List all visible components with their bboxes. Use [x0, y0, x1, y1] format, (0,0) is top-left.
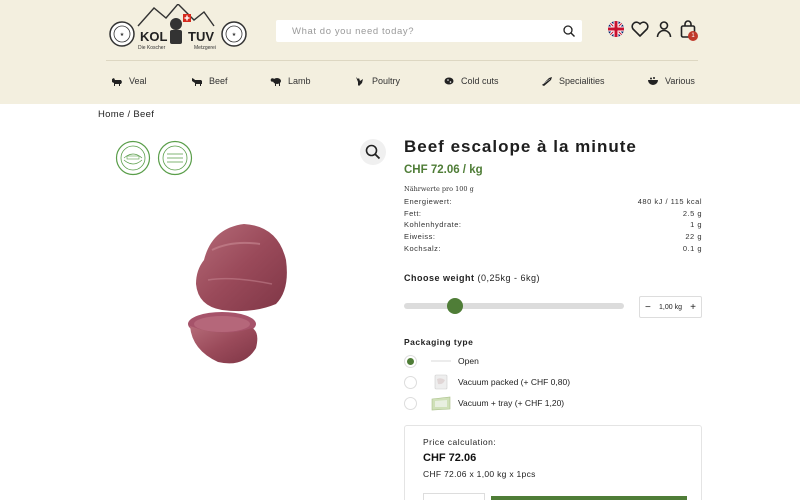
nutrition-table: Energiewert: 480 kJ / 115 kcal Fett: 2.5 g…	[404, 196, 702, 254]
weight-stepper: − 1,00 kg +	[639, 296, 702, 318]
packaging-option-vacuum[interactable]: Vacuum packed (+ CHF 0,80)	[404, 374, 704, 390]
price-calculation-box: Price calculation: CHF 72.06 CHF 72.06 x…	[404, 425, 702, 500]
rabbinate-certification-seal	[157, 140, 193, 176]
packaging-option-label: Vacuum + tray (+ CHF 1,20)	[458, 398, 565, 408]
product-image[interactable]	[182, 220, 292, 370]
magnifier-zoom-icon	[365, 144, 381, 160]
breadcrumb: Home / Beef	[98, 109, 154, 120]
nutrition-value: 22 g	[685, 232, 702, 242]
nutrition-value: 0.1 g	[682, 243, 702, 253]
user-account-icon[interactable]	[654, 19, 674, 39]
search-bar	[276, 20, 582, 42]
chicken-icon	[356, 77, 363, 86]
price-formula: CHF 72.06 x 1,00 kg x 1pcs	[423, 469, 536, 479]
radio-open[interactable]	[404, 354, 417, 368]
price-total: CHF 72.06	[423, 452, 477, 464]
nutrition-heading: Nährwerte pro 100 g	[404, 185, 474, 193]
nav-label: Lamb	[288, 76, 311, 86]
radio-vacuum-tray[interactable]	[404, 396, 417, 410]
add-to-cart-button[interactable]	[491, 496, 687, 500]
nav-divider	[106, 60, 698, 61]
nav-label: Poultry	[372, 76, 401, 86]
breadcrumb-home[interactable]: Home	[98, 109, 125, 120]
packaging-option-label: Vacuum packed (+ CHF 0,80)	[458, 377, 571, 387]
lamb-icon	[270, 78, 281, 86]
nav-item-various[interactable]: Various	[647, 74, 695, 88]
nutrition-row: Fett: 2.5 g	[404, 208, 702, 220]
product-title: Beef escalope à la minute	[404, 137, 637, 156]
nutrition-label: Fett:	[404, 208, 422, 218]
sausage-icon	[444, 77, 454, 85]
product-price: CHF 72.06 / kg	[404, 164, 483, 176]
nutrition-label: Eiweiss:	[404, 232, 436, 242]
packaging-label: Packaging type	[404, 337, 474, 347]
search-icon[interactable]	[562, 24, 576, 38]
packaging-option-label: Open	[458, 356, 479, 366]
logo-text-right: TUV	[188, 29, 214, 44]
nav-item-poultry[interactable]: Poultry	[354, 74, 400, 88]
nav-label: Cold cuts	[461, 76, 499, 86]
price-calculation-label: Price calculation:	[423, 437, 497, 447]
cart-count-badge: 1	[688, 31, 698, 41]
nav-item-veal[interactable]: Veal	[111, 74, 147, 88]
nutrition-row: Energiewert: 480 kJ / 115 kcal	[404, 196, 702, 208]
calf-icon	[112, 78, 122, 86]
weight-label: Choose weight (0,25kg - 6kg)	[404, 273, 540, 283]
weight-label-text: Choose weight	[404, 273, 475, 283]
svg-text:★: ★	[120, 32, 125, 38]
nutrition-value: 1 g	[690, 220, 702, 230]
nav-label: Veal	[129, 76, 147, 86]
nav-item-specialities[interactable]: Specialities	[541, 74, 605, 88]
kosher-certification-seal	[115, 140, 151, 176]
bowl-icon	[648, 77, 658, 85]
packaging-option-vacuum-tray[interactable]: Vacuum + tray (+ CHF 1,20)	[404, 395, 704, 411]
nutrition-label: Kochsalz:	[404, 243, 442, 253]
svg-text:★: ★	[232, 32, 237, 38]
search-input[interactable]	[276, 20, 546, 42]
packaging-option-open[interactable]: Open	[404, 353, 704, 369]
cow-icon	[192, 78, 202, 86]
nutrition-label: Kohlenhydrate:	[404, 220, 462, 230]
uk-flag-language-icon[interactable]	[606, 19, 626, 39]
nutrition-row: Kochsalz: 0.1 g	[404, 243, 702, 255]
nav-item-lamb[interactable]: Lamb	[270, 74, 311, 88]
nutrition-value: 480 kJ / 115 kcal	[637, 197, 702, 206]
nutrition-row: Eiweiss: 22 g	[404, 231, 702, 243]
zoom-image-button[interactable]	[360, 139, 386, 165]
vacuum-tray-icon	[429, 395, 453, 411]
breadcrumb-separator: /	[127, 109, 131, 120]
decrease-weight-button[interactable]: −	[645, 302, 651, 313]
logo-text-left: KOL	[140, 29, 168, 44]
weight-slider[interactable]	[404, 298, 624, 314]
nav-label: Beef	[209, 76, 228, 86]
heart-wishlist-icon[interactable]	[630, 19, 650, 39]
quantity-input[interactable]	[423, 493, 485, 500]
open-pack-icon	[429, 353, 453, 369]
radio-vacuum[interactable]	[404, 375, 417, 389]
nav-item-cold-cuts[interactable]: Cold cuts	[443, 74, 499, 88]
vacuum-pack-icon	[429, 374, 453, 390]
nav-label: Various	[665, 76, 695, 86]
svg-text:Metzgerei: Metzgerei	[194, 45, 216, 51]
weight-range: (0,25kg - 6kg)	[477, 273, 541, 283]
nutrition-label: Energiewert:	[404, 197, 453, 206]
weight-slider-handle[interactable]	[447, 298, 463, 314]
site-header: ★ ★ KOL TUV Die Koscher Metzgerei What d…	[0, 0, 800, 104]
knife-icon	[542, 77, 552, 86]
nutrition-row: Kohlenhydrate: 1 g	[404, 219, 702, 231]
increase-weight-button[interactable]: +	[690, 302, 696, 313]
svg-text:Die Koscher: Die Koscher	[138, 45, 166, 51]
weight-value[interactable]: 1,00 kg	[659, 304, 682, 311]
kol-tuv-logo[interactable]: ★ ★ KOL TUV Die Koscher Metzgerei	[108, 2, 248, 56]
breadcrumb-current[interactable]: Beef	[133, 109, 154, 120]
category-nav: Veal Beef Lamb Poultry Cold cuts Special…	[0, 70, 800, 92]
nutrition-value: 2.5 g	[682, 208, 702, 218]
nav-label: Specialities	[559, 76, 605, 86]
nav-item-beef[interactable]: Beef	[191, 74, 228, 88]
